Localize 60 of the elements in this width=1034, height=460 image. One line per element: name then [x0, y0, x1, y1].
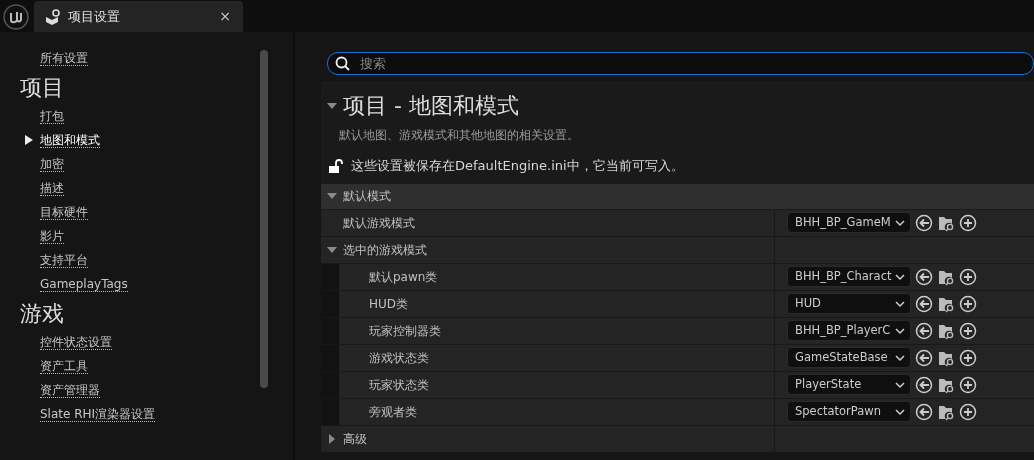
class-dropdown[interactable]: SpectatorPawn: [787, 401, 911, 422]
sidebar-link[interactable]: 描述: [40, 180, 64, 196]
property-label: 默认游戏模式: [342, 214, 415, 232]
class-dropdown[interactable]: BHH_BP_Charact: [787, 266, 911, 287]
collapsed-caret-icon[interactable]: [327, 433, 337, 444]
sidebar-link[interactable]: 资产管理器: [40, 382, 100, 398]
chevron-down-icon: [894, 352, 906, 363]
sidebar-link[interactable]: 打包: [40, 108, 64, 124]
expanded-caret-icon[interactable]: [327, 191, 337, 201]
class-dropdown[interactable]: GameStateBase: [787, 347, 911, 368]
sidebar-link[interactable]: 资产工具: [40, 358, 88, 374]
search-icon: [334, 54, 352, 73]
section-title: 项目 - 地图和模式: [343, 92, 519, 120]
property-label: 旁观者类: [368, 403, 417, 421]
collapse-caret-icon[interactable]: [327, 100, 337, 111]
add-circle-icon[interactable]: [959, 375, 977, 394]
sidebar-link[interactable]: 影片: [40, 228, 64, 244]
sidebar-link[interactable]: 所有设置: [40, 50, 88, 66]
category-title: 默认模式: [343, 188, 391, 205]
add-circle-icon[interactable]: [959, 267, 977, 286]
group-label: 高级: [343, 430, 367, 448]
add-circle-icon[interactable]: [959, 213, 977, 232]
class-dropdown[interactable]: BHH_BP_PlayerC: [787, 320, 911, 341]
class-dropdown[interactable]: BHH_BP_GameM: [787, 212, 911, 233]
settings-tab[interactable]: 项目设置 ×: [34, 1, 243, 32]
sidebar-link[interactable]: 目标硬件: [40, 204, 88, 220]
category-heading: 项目: [19, 73, 65, 102]
chevron-down-icon: [894, 217, 906, 228]
add-circle-icon[interactable]: [959, 321, 977, 340]
section-description: 默认地图、游戏模式和其他地图的相关设置。: [338, 127, 580, 144]
add-circle-icon[interactable]: [959, 402, 977, 421]
group-label: 选中的游戏模式: [343, 241, 427, 259]
chevron-down-icon: [894, 406, 906, 417]
sidebar-link[interactable]: Slate RHI渲染器设置: [40, 406, 156, 422]
sidebar-link[interactable]: 地图和模式: [40, 132, 100, 148]
chevron-down-icon: [894, 298, 906, 309]
close-button[interactable]: ×: [217, 6, 233, 27]
sidebar-link[interactable]: 控件状态设置: [40, 334, 112, 350]
property-label: 默认pawn类: [368, 268, 438, 286]
property-label: HUD类: [368, 295, 409, 313]
property-label: 游戏状态类: [368, 349, 429, 367]
property-label: 玩家状态类: [368, 376, 429, 394]
tab-title: 项目设置: [68, 7, 121, 26]
sidebar-link[interactable]: 加密: [40, 156, 64, 172]
expanded-caret-icon[interactable]: [327, 244, 337, 255]
writable-notice: 这些设置被保存在DefaultEngine.ini中，它当前可写入。: [351, 157, 684, 175]
selected-arrow-icon: [25, 135, 33, 145]
sidebar-link[interactable]: 支持平台: [40, 252, 88, 268]
category-heading: 游戏: [19, 299, 65, 328]
class-dropdown[interactable]: HUD: [787, 293, 911, 314]
chevron-down-icon: [894, 325, 906, 336]
chevron-down-icon: [894, 379, 906, 390]
unlock-icon: [327, 156, 345, 175]
add-circle-icon[interactable]: [959, 294, 977, 313]
add-circle-icon[interactable]: [959, 348, 977, 367]
property-label: 玩家控制器类: [368, 322, 441, 340]
sidebar-link[interactable]: GameplayTags: [40, 276, 128, 292]
chevron-down-icon: [894, 271, 906, 282]
scrollbar[interactable]: [260, 50, 268, 388]
class-dropdown[interactable]: PlayerState: [787, 374, 911, 395]
